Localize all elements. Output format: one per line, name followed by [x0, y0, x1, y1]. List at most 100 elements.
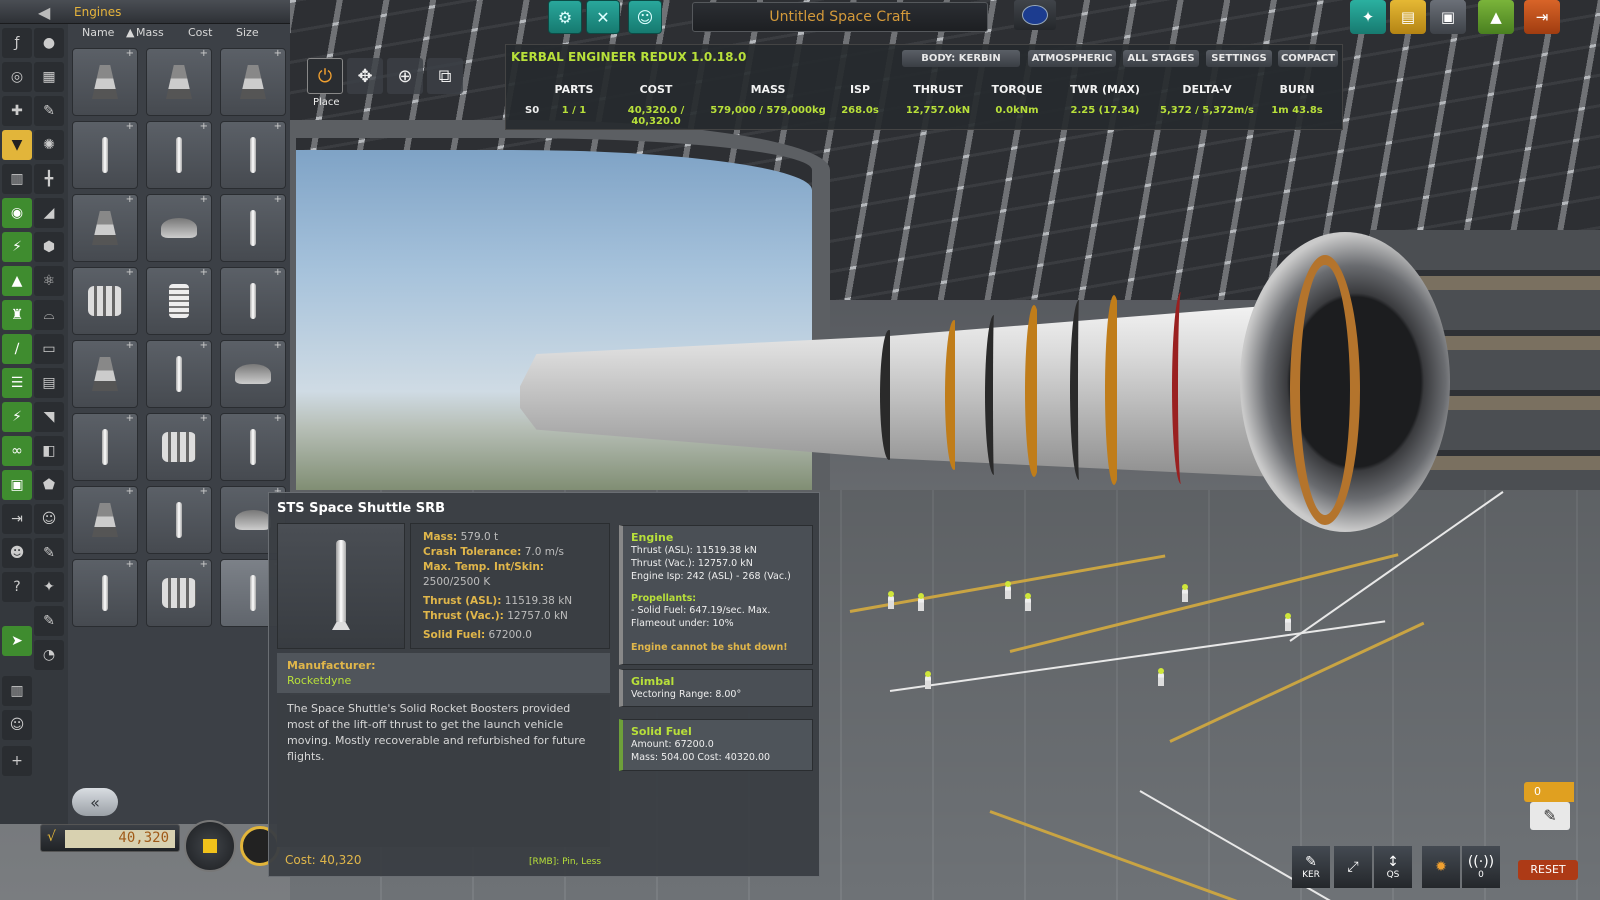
action-groups-button[interactable]: ✕ — [586, 0, 620, 34]
part-tile[interactable]: + — [146, 486, 212, 554]
drill-category-icon[interactable]: ➤ — [2, 626, 32, 656]
pencil-icon[interactable]: ✎ — [34, 96, 64, 126]
exit-button[interactable]: ⇥ — [1524, 0, 1560, 34]
antenna-button[interactable]: ((·)) 0 — [1462, 846, 1500, 888]
add-variant-icon[interactable]: + — [200, 486, 208, 497]
add-variant-icon[interactable]: + — [274, 413, 282, 424]
add-variant-icon[interactable]: + — [200, 413, 208, 424]
agency-flag-button[interactable] — [1014, 0, 1056, 30]
part-tile[interactable]: + — [72, 48, 138, 116]
electrical-category-icon[interactable]: ⚡ — [2, 232, 32, 262]
strut-category-icon[interactable]: ∕ — [2, 334, 32, 364]
add-variant-icon[interactable]: + — [274, 121, 282, 132]
sort-size[interactable]: Size — [236, 26, 259, 39]
add-variant-icon[interactable]: + — [200, 340, 208, 351]
add-variant-icon[interactable]: + — [126, 486, 134, 497]
part-tile[interactable]: + — [146, 48, 212, 116]
add-variant-icon[interactable]: + — [126, 559, 134, 570]
ground-category-icon[interactable]: ⬢ — [34, 232, 64, 262]
add-variant-icon[interactable]: + — [274, 340, 282, 351]
wing-category-icon[interactable]: ◢ — [34, 198, 64, 228]
sort-cost[interactable]: Cost — [188, 26, 212, 39]
vessel-name-field[interactable]: Untitled Space Craft — [692, 2, 988, 32]
add-variant-icon[interactable]: + — [200, 121, 208, 132]
collapse-panel-button[interactable]: « — [72, 788, 118, 816]
structural-category-icon[interactable]: ▥ — [2, 164, 32, 194]
add-variant-icon[interactable]: + — [200, 194, 208, 205]
expand-button[interactable]: ⤢ — [1334, 846, 1372, 888]
arrows-category-icon[interactable]: ⇥ — [2, 504, 32, 534]
part-tile[interactable]: + — [146, 267, 212, 335]
pin-icon[interactable]: ● — [34, 28, 64, 58]
part-tile[interactable]: + — [72, 559, 138, 627]
sort-name[interactable]: Name — [82, 26, 114, 39]
add-variant-icon[interactable]: + — [274, 267, 282, 278]
ker-atmospheric-button[interactable]: ATMOSPHERIC — [1028, 50, 1116, 67]
load-craft-button[interactable]: ▤ — [1390, 0, 1426, 34]
crew-tab-button[interactable]: ⚙ — [548, 0, 582, 34]
save-craft-button[interactable]: ▣ — [1430, 0, 1466, 34]
kerbal-category-icon[interactable]: ☺ — [34, 504, 64, 534]
panel-category-icon[interactable]: ◥ — [34, 402, 64, 432]
cargo-category-icon[interactable]: ▭ — [34, 334, 64, 364]
part-tile[interactable]: + — [220, 194, 286, 262]
science-category-icon[interactable]: ✺ — [34, 130, 64, 160]
part-tile[interactable]: + — [72, 194, 138, 262]
add-variant-icon[interactable]: + — [274, 48, 282, 59]
part-tile[interactable]: + — [146, 340, 212, 408]
back-arrow-icon[interactable]: ◀ — [38, 3, 50, 22]
pods-category-icon[interactable]: ◎ — [2, 62, 32, 92]
unknown-category-icon[interactable]: ? — [2, 572, 32, 602]
add-variant-icon[interactable]: + — [126, 413, 134, 424]
sort-mass[interactable]: Mass — [136, 26, 164, 39]
add-variant-icon[interactable]: + — [200, 48, 208, 59]
fuel-category-icon[interactable]: ▦ — [34, 62, 64, 92]
probe-category-icon[interactable]: ✎ — [34, 538, 64, 568]
part-tile[interactable]: + — [146, 559, 212, 627]
puzzle-category-icon[interactable]: ✚ — [2, 96, 32, 126]
tank-category-icon[interactable]: ▣ — [2, 470, 32, 500]
ker-compact-button[interactable]: COMPACT — [1278, 50, 1338, 67]
add-variant-icon[interactable]: + — [126, 48, 134, 59]
part-tile[interactable]: + — [72, 413, 138, 481]
part-tile[interactable]: + — [72, 267, 138, 335]
ladder-category-icon[interactable]: ☰ — [2, 368, 32, 398]
place-tool-icon[interactable]: ⏻ — [307, 58, 343, 94]
add-variant-icon[interactable]: + — [126, 121, 134, 132]
root-tool-icon[interactable]: ⧉ — [427, 58, 463, 94]
add-variant-icon[interactable]: + — [200, 267, 208, 278]
rotate-tool-icon[interactable]: ⊕ — [387, 58, 423, 94]
settings-gear-button[interactable]: ✹ — [1422, 846, 1460, 888]
crew-category-icon[interactable]: ☺ — [2, 710, 32, 740]
part-tile[interactable]: + — [220, 413, 286, 481]
atom-category-icon[interactable]: ⚛ — [34, 266, 64, 296]
part-tile[interactable]: + — [72, 486, 138, 554]
add-variant-icon[interactable]: + — [200, 559, 208, 570]
new-craft-button[interactable]: ✦ — [1350, 0, 1386, 34]
launch-button[interactable]: ▲ — [1478, 0, 1514, 34]
part-tile[interactable]: + — [220, 48, 286, 116]
quicksave-button[interactable]: ↕ QS — [1374, 846, 1412, 888]
squad-category-icon[interactable]: ☻ — [2, 538, 32, 568]
part-tile[interactable]: + — [220, 267, 286, 335]
crew-button[interactable]: ☺ — [628, 0, 662, 34]
fx-filter-icon[interactable]: ƒ — [2, 28, 32, 58]
part-tile[interactable]: + — [72, 340, 138, 408]
plate-category-icon[interactable]: ◧ — [34, 436, 64, 466]
part-tile[interactable]: + — [146, 413, 212, 481]
utility-category-icon[interactable]: ◉ — [2, 198, 32, 228]
antenna-category-icon[interactable]: ◔ — [34, 640, 64, 670]
building-category-icon[interactable]: ▥ — [2, 676, 32, 706]
satellite-category-icon[interactable]: ✦ — [34, 572, 64, 602]
part-tile[interactable]: + — [220, 340, 286, 408]
reset-button[interactable]: RESET — [1518, 860, 1578, 880]
offset-tool-icon[interactable]: ✥ — [347, 58, 383, 94]
stop-button[interactable] — [184, 820, 236, 872]
part-tile[interactable]: + — [146, 121, 212, 189]
aero-category-icon[interactable]: ╋ — [34, 164, 64, 194]
sort-mass-arrow-icon[interactable]: ▲ — [126, 26, 134, 39]
ker-toolbar-button[interactable]: ✎ KER — [1292, 846, 1330, 888]
rcs-category-icon[interactable]: ✎ — [34, 606, 64, 636]
link-category-icon[interactable]: ∞ — [2, 436, 32, 466]
tower-category-icon[interactable]: ♜ — [2, 300, 32, 330]
